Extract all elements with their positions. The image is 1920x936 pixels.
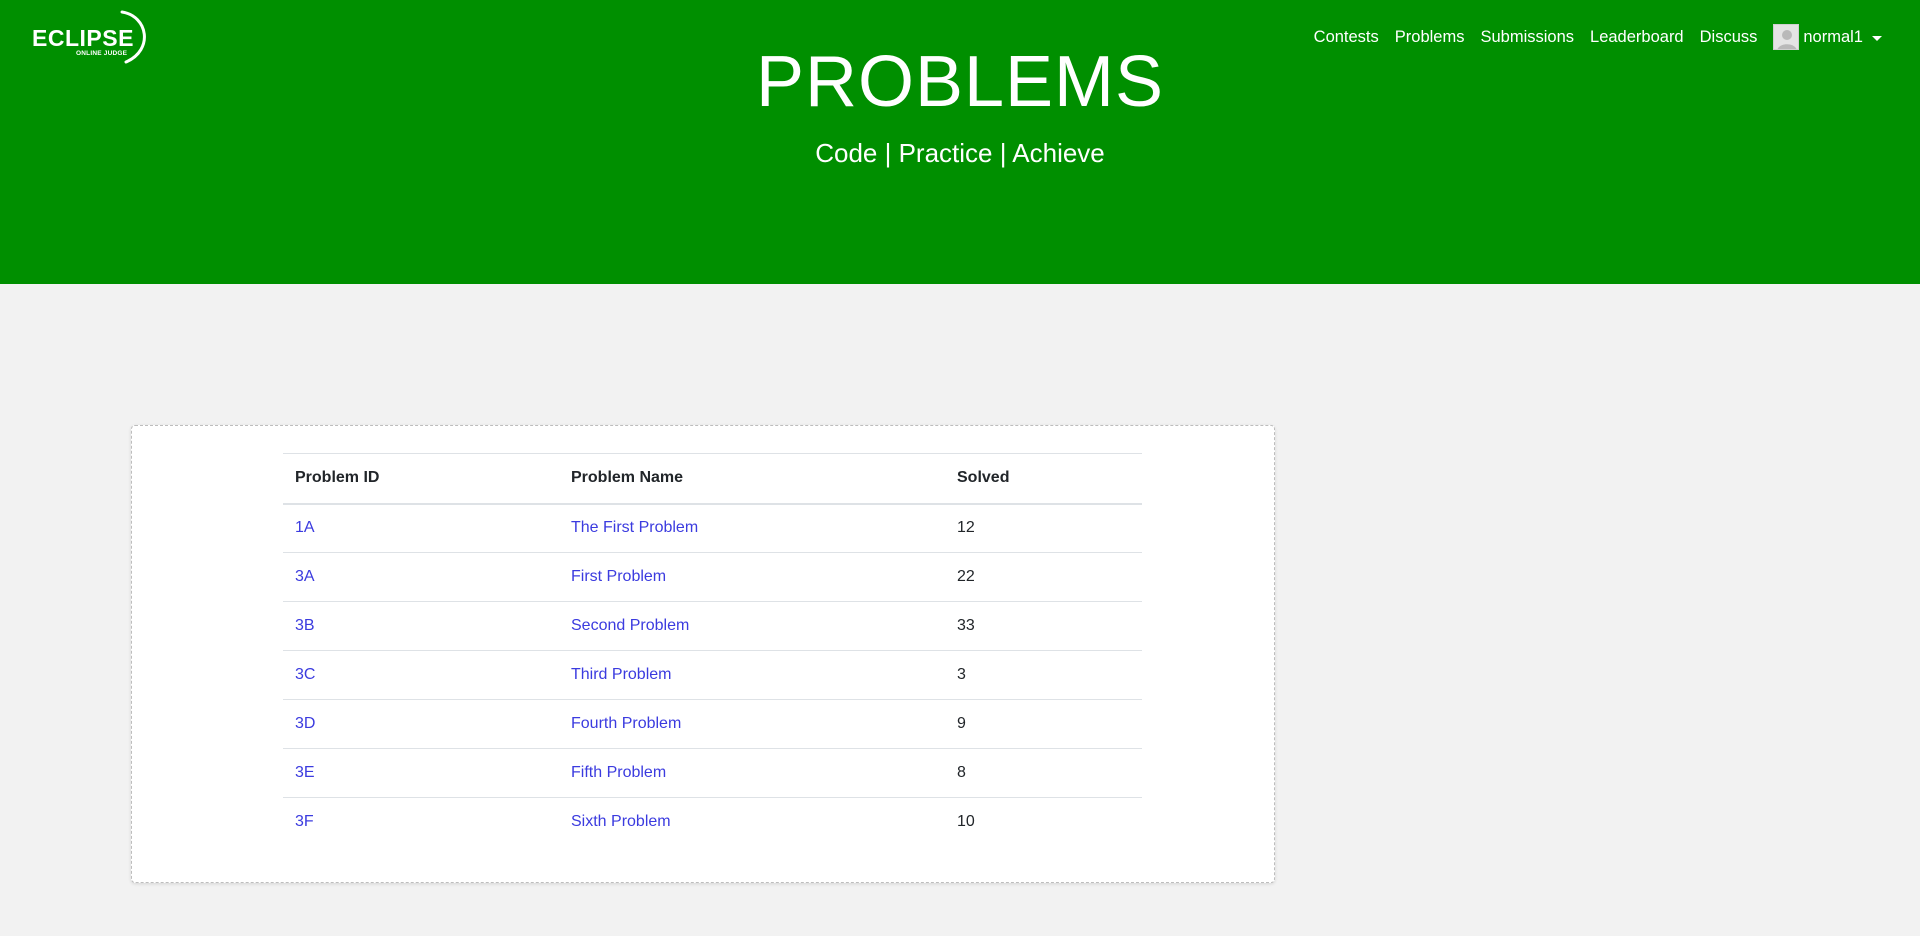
table-row: 1A The First Problem 12 (283, 503, 1142, 553)
column-header-solved: Solved (945, 453, 1142, 505)
problem-id-link[interactable]: 3E (295, 764, 315, 781)
problem-id-link[interactable]: 3F (295, 813, 314, 830)
solved-count: 12 (945, 503, 1142, 553)
solved-count: 9 (945, 699, 1142, 749)
problem-name-link[interactable]: Second Problem (571, 617, 689, 634)
page-title: PROBLEMS (755, 42, 1165, 122)
solved-count: 22 (945, 552, 1142, 602)
problem-name-link[interactable]: Fourth Problem (571, 715, 681, 732)
table-row: 3B Second Problem 33 (283, 601, 1142, 651)
table-row: 3E Fifth Problem 8 (283, 748, 1142, 798)
nav-submissions[interactable]: Submissions (1480, 28, 1574, 47)
table-row: 3F Sixth Problem 10 (283, 798, 1142, 847)
problem-name-link[interactable]: The First Problem (571, 519, 698, 536)
problem-id-link[interactable]: 3C (295, 666, 315, 683)
problem-name-link[interactable]: First Problem (571, 568, 666, 585)
problem-name-link[interactable]: Third Problem (571, 666, 671, 683)
solved-count: 10 (957, 813, 975, 831)
table-header-row: Problem ID Problem Name Solved (283, 453, 1142, 505)
nav-contests[interactable]: Contests (1314, 28, 1379, 47)
solved-count: 3 (945, 650, 1142, 700)
problem-name-link[interactable]: Fifth Problem (571, 764, 666, 781)
chevron-down-icon (1872, 35, 1882, 41)
problem-id-link[interactable]: 3D (295, 715, 315, 732)
column-header-problem-id: Problem ID (283, 453, 559, 505)
problem-id-link[interactable]: 3B (295, 617, 315, 634)
problems-card: Problem ID Problem Name Solved 1A The Fi… (131, 425, 1275, 883)
problem-id-link[interactable]: 3A (295, 568, 315, 585)
user-name: normal1 (1803, 27, 1863, 46)
problem-name-link[interactable]: Sixth Problem (571, 813, 671, 830)
table-row: 3A First Problem 22 (283, 552, 1142, 602)
nav-leaderboard[interactable]: Leaderboard (1590, 28, 1684, 47)
page-subtitle: Code | Practice | Achieve (815, 138, 1105, 168)
table-row: 3D Fourth Problem 9 (283, 699, 1142, 749)
problem-id-link[interactable]: 1A (295, 519, 315, 536)
page-header: ECLIPSE ONLINE JUDGE Contests Problems S… (0, 0, 1920, 284)
nav-discuss[interactable]: Discuss (1700, 28, 1758, 47)
table-row: 3C Third Problem 3 (283, 650, 1142, 700)
problems-table: Problem ID Problem Name Solved 1A The Fi… (283, 453, 1142, 847)
nav-problems[interactable]: Problems (1395, 28, 1465, 47)
solved-count: 8 (945, 748, 1142, 798)
column-header-problem-name: Problem Name (559, 453, 945, 505)
solved-count: 33 (945, 601, 1142, 651)
